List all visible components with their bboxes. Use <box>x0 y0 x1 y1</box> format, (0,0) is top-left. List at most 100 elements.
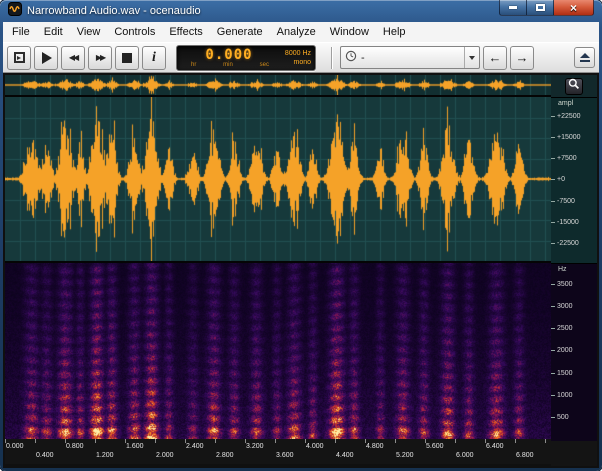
play-button[interactable] <box>34 46 58 70</box>
zoom-button[interactable] <box>565 78 583 95</box>
back-button[interactable]: ← <box>483 46 507 70</box>
menu-item[interactable]: Edit <box>37 23 70 41</box>
tick-mark <box>551 350 555 351</box>
time-value: 0.000 <box>183 49 275 62</box>
time-label: 0.800 <box>66 443 126 450</box>
title-bar[interactable]: Narrowband Audio.wav - ocenaudio × <box>3 0 599 22</box>
amplitude-axis: ampl +22500+15000+7500+0-7500-15000-2250… <box>551 97 597 263</box>
time-label: 6.800 <box>516 452 551 459</box>
panel-toggle-button[interactable] <box>574 47 595 68</box>
format-info: 8000 Hz mono <box>277 46 315 70</box>
frequency-tick: 2500 <box>551 325 593 332</box>
rewind-icon: ◀◀ <box>69 53 77 62</box>
amplitude-tick: +15000 <box>551 134 593 141</box>
menu-item[interactable]: Controls <box>107 23 162 41</box>
editor-area: 0.0000.8001.6002.4003.2004.0004.8005.600… <box>3 73 599 468</box>
menu-bar: FileEditViewControlsEffectsGenerateAnaly… <box>3 22 599 42</box>
device-selector[interactable]: - <box>340 46 480 69</box>
frequency-axis: Hz 350030002500200015001000500 <box>551 263 597 441</box>
time-label: 2.000 <box>156 452 216 459</box>
device-selector-value: - <box>357 52 464 64</box>
fast-forward-icon: ▶▶ <box>96 53 104 62</box>
tick-mark <box>551 243 555 244</box>
menu-item[interactable]: Window <box>323 23 376 41</box>
amplitude-tick: -22500 <box>551 240 593 247</box>
rewind-button[interactable]: ◀◀ <box>61 46 85 70</box>
tick-mark <box>551 222 555 223</box>
axis-column: ampl +22500+15000+7500+0-7500-15000-2250… <box>551 75 597 466</box>
close-icon: × <box>570 3 577 13</box>
arrow-left-icon: ← <box>489 50 502 65</box>
device-selector-dropdown[interactable] <box>464 47 479 68</box>
menu-item[interactable]: Generate <box>210 23 270 41</box>
toolbar: ◀◀ ▶▶ i 0.000 hr min sec 8000 Hz mono <box>3 42 599 73</box>
close-button[interactable]: × <box>554 0 594 16</box>
tracks-column: 0.0000.8001.6002.4003.2004.0004.8005.600… <box>5 75 551 466</box>
frequency-axis-unit: Hz <box>558 266 567 273</box>
sample-rate-label: 8000 Hz <box>285 49 311 58</box>
window-title: Narrowband Audio.wav - ocenaudio <box>27 5 201 17</box>
waveform-view[interactable] <box>5 97 551 261</box>
time-label: 2.800 <box>216 452 276 459</box>
time-label: 6.400 <box>486 443 546 450</box>
tick-mark <box>551 284 555 285</box>
tick-mark <box>551 306 555 307</box>
menu-item[interactable]: Analyze <box>270 23 323 41</box>
time-label: 6.000 <box>456 452 516 459</box>
minimize-icon <box>509 6 517 9</box>
time-label: 2.400 <box>186 443 246 450</box>
amplitude-tick: +22500 <box>551 113 593 120</box>
axis-corner <box>551 441 597 466</box>
unit-min-label: min <box>223 62 233 68</box>
app-window: Narrowband Audio.wav - ocenaudio × FileE… <box>0 0 602 471</box>
minimize-button[interactable] <box>499 0 527 16</box>
play-selection-button[interactable] <box>7 46 31 70</box>
time-labels-row2: 0.4001.2002.0002.8003.6004.4005.2006.000… <box>5 452 551 461</box>
waveform-overview[interactable] <box>5 75 551 95</box>
forward-button[interactable]: → <box>510 46 534 70</box>
time-label: 5.600 <box>426 443 486 450</box>
stop-icon <box>122 53 132 63</box>
unit-hr-label: hr <box>191 62 196 68</box>
time-display-main: 0.000 hr min sec <box>177 46 277 70</box>
menu-item[interactable]: Effects <box>162 23 209 41</box>
stop-button[interactable] <box>115 46 139 70</box>
amplitude-tick: +0 <box>551 176 593 183</box>
time-unit-labels: hr min sec <box>183 62 275 68</box>
tick-mark <box>551 417 555 418</box>
amplitude-tick: -7500 <box>551 198 593 205</box>
amplitude-tick: +7500 <box>551 155 593 162</box>
fast-forward-button[interactable]: ▶▶ <box>88 46 112 70</box>
maximize-icon <box>536 4 545 11</box>
info-icon: i <box>152 50 156 66</box>
time-label: 1.200 <box>96 452 156 459</box>
clock-icon <box>345 49 357 67</box>
tick-mark <box>551 328 555 329</box>
app-icon <box>8 2 22 21</box>
menu-item[interactable]: Help <box>376 23 413 41</box>
magnifier-icon <box>568 77 580 95</box>
menu-item[interactable]: View <box>70 23 108 41</box>
time-display[interactable]: 0.000 hr min sec 8000 Hz mono <box>176 45 316 71</box>
frequency-tick: 3500 <box>551 281 593 288</box>
frequency-tick: 1000 <box>551 392 593 399</box>
menu-item[interactable]: File <box>5 23 37 41</box>
eject-icon <box>580 53 590 62</box>
time-label: 0.400 <box>36 452 96 459</box>
amplitude-axis-unit: ampl <box>558 100 573 107</box>
maximize-button[interactable] <box>527 0 554 16</box>
time-label: 1.600 <box>126 443 186 450</box>
tick-mark <box>551 373 555 374</box>
frequency-tick: 500 <box>551 414 593 421</box>
time-label: 4.000 <box>306 443 366 450</box>
unit-sec-label: sec <box>260 62 269 68</box>
frequency-tick: 3000 <box>551 303 593 310</box>
tick-mark <box>551 395 555 396</box>
play-selection-icon <box>14 52 25 63</box>
spectrogram-view[interactable] <box>5 263 551 439</box>
time-label: 5.200 <box>396 452 456 459</box>
info-button[interactable]: i <box>142 46 166 70</box>
time-label: 3.200 <box>246 443 306 450</box>
tick-mark <box>551 137 555 138</box>
time-axis: 0.0000.8001.6002.4003.2004.0004.8005.600… <box>5 439 551 464</box>
